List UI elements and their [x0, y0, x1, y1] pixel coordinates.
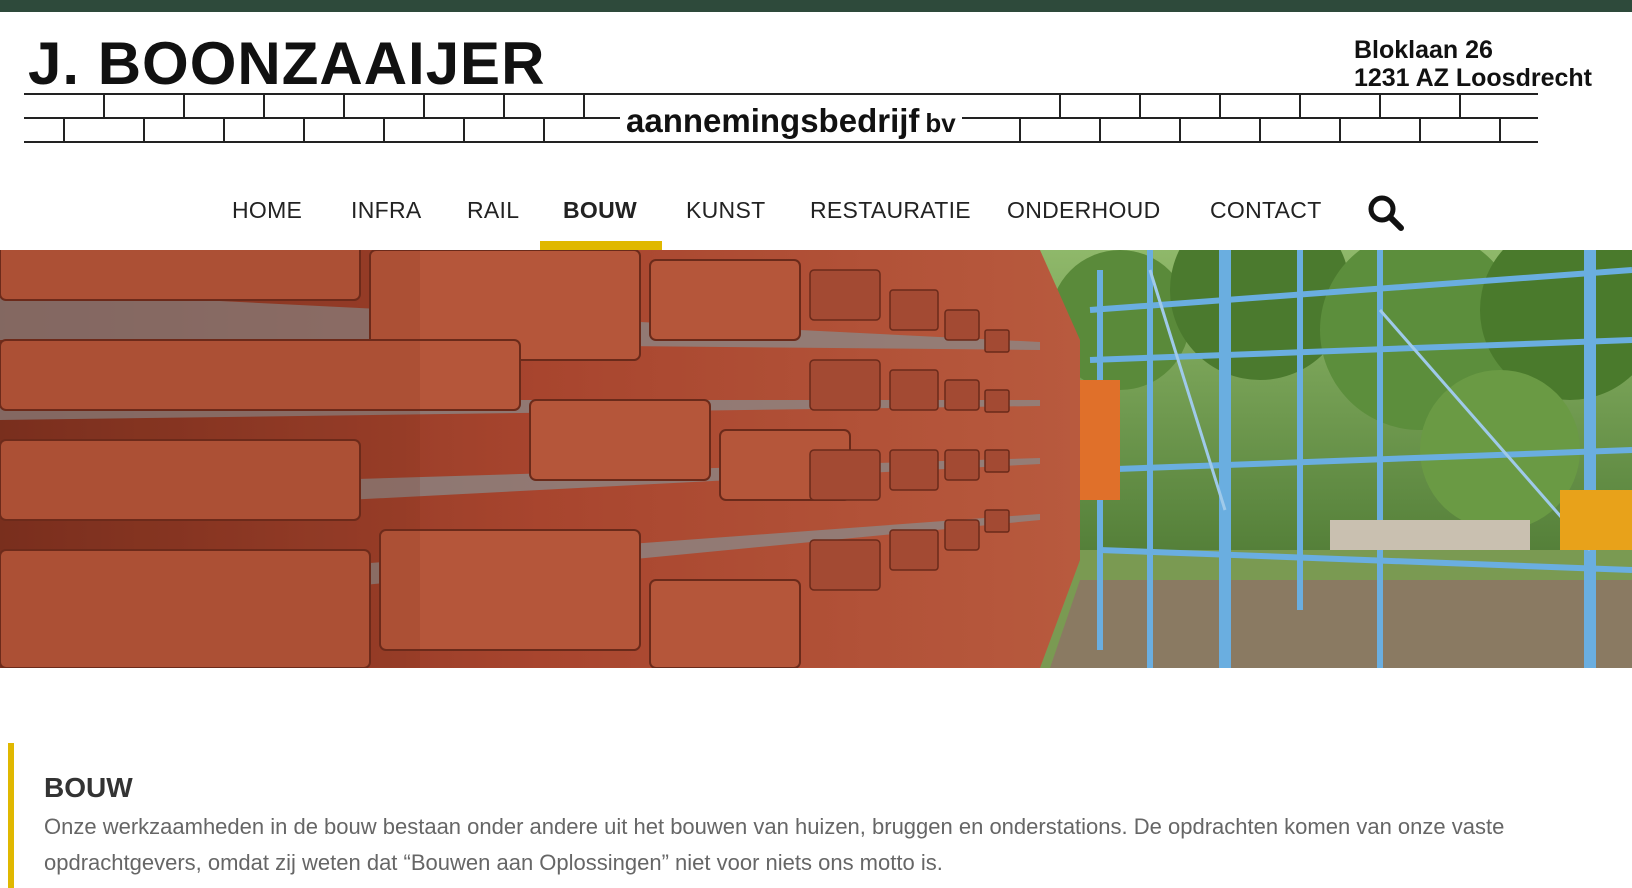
- nav-item-restauratie[interactable]: RESTAURATIE: [810, 185, 971, 235]
- search-icon[interactable]: [1366, 193, 1406, 233]
- nav-item-bouw[interactable]: BOUW: [563, 185, 637, 235]
- logo-suffix: bv: [925, 108, 956, 138]
- company-address: Bloklaan 26 1231 AZ Loosdrecht: [1345, 36, 1592, 92]
- nav-item-home[interactable]: HOME: [232, 185, 302, 235]
- top-bar: [0, 0, 1632, 12]
- brick-wall-illustration: [0, 250, 1632, 668]
- logo-company-name: J. BOONZAAIJER: [28, 30, 546, 97]
- logo-subtitle: aannemingsbedrijf bv: [620, 104, 962, 137]
- section-title: BOUW: [44, 772, 133, 803]
- content-section: BOUW Onze werkzaamheden in de bouw besta…: [8, 743, 1618, 888]
- nav-item-kunst[interactable]: KUNST: [686, 185, 765, 235]
- section-text: Onze werkzaamheden in de bouw bestaan on…: [44, 814, 1505, 875]
- active-nav-indicator: [540, 241, 662, 250]
- nav-item-contact[interactable]: CONTACT: [1210, 185, 1322, 235]
- address-city: 1231 AZ Loosdrecht: [1353, 64, 1592, 92]
- main-navigation: HOME INFRA RAIL BOUW KUNST RESTAURATIE O…: [0, 160, 1632, 250]
- nav-item-rail[interactable]: RAIL: [467, 185, 519, 235]
- logo-subtitle-text: aannemingsbedrijf: [626, 102, 920, 139]
- nav-item-infra[interactable]: INFRA: [351, 185, 422, 235]
- company-logo[interactable]: J. BOONZAAIJER aannemingsbedrijf bv Blokl…: [24, 30, 1604, 155]
- hero-image: [0, 250, 1632, 668]
- address-street: Bloklaan 26: [1353, 36, 1493, 64]
- nav-item-onderhoud[interactable]: ONDERHOUD: [1007, 185, 1160, 235]
